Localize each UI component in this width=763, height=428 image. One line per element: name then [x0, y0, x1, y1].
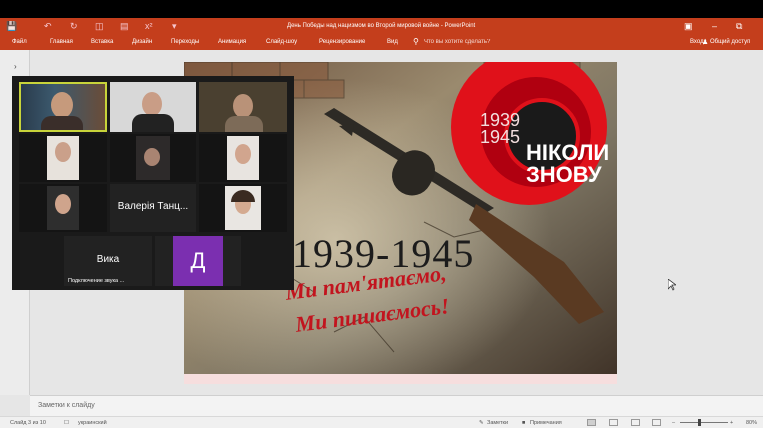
participant-tile-2[interactable]: [110, 82, 196, 132]
expand-thumbnails-icon[interactable]: ›: [14, 62, 17, 71]
notes-placeholder: Заметки к слайду: [38, 402, 95, 409]
audio-status-label: Подключение звука ...: [68, 278, 125, 284]
zoom-gallery-panel[interactable]: Валерія Танц... Вика Подключение звука .…: [12, 76, 294, 290]
participant-tile-5[interactable]: [110, 134, 196, 182]
comments-button[interactable]: Примечания: [530, 420, 562, 426]
participant-tile-7[interactable]: [19, 184, 107, 232]
participant-name: Вика: [96, 254, 120, 265]
top-black-bar: [0, 0, 763, 18]
zoom-slider[interactable]: [680, 422, 728, 423]
tab-design[interactable]: Дизайн: [132, 39, 152, 45]
tab-file[interactable]: Файл: [12, 39, 27, 45]
slide-counter: Слайд 3 из 10: [10, 420, 46, 426]
slideshow-view-button[interactable]: [652, 419, 661, 426]
participant-name: Валерія Танц...: [117, 201, 189, 212]
person-icon: ♟: [702, 39, 709, 46]
save-icon[interactable]: 💾: [6, 21, 17, 32]
slide-bottom-strip: [184, 374, 617, 384]
never-again-line2: ЗНОВУ: [526, 162, 602, 187]
start-slideshow-icon[interactable]: ◫: [95, 21, 104, 32]
title-bar: 💾 ↶ ↻ ◫ ▤ x² ▾ День Победы над нацизмом …: [0, 18, 763, 36]
notes-toggle-button[interactable]: Заметки: [487, 420, 508, 426]
slide-sorter-button[interactable]: [609, 419, 618, 426]
spellcheck-icon[interactable]: ▤: [120, 21, 129, 32]
zoom-out-icon[interactable]: –: [672, 420, 675, 426]
zoom-slider-thumb[interactable]: [698, 419, 701, 426]
redo-icon[interactable]: ↻: [70, 21, 78, 32]
comments-icon: ■: [522, 420, 526, 426]
tab-insert[interactable]: Вставка: [91, 39, 113, 45]
document-title: День Победы над нацизмом во Второй миров…: [287, 23, 476, 29]
language-indicator[interactable]: украинский: [78, 420, 107, 426]
lightbulb-icon: ⚲: [413, 37, 419, 46]
ribbon-tabs: Файл Главная Вставка Дизайн Переходы Ани…: [0, 36, 763, 50]
share-button[interactable]: Общий доступ: [710, 39, 750, 45]
participant-tile-10[interactable]: Вика Подключение звука ...: [64, 236, 152, 286]
customize-toolbar-icon[interactable]: ▾: [172, 21, 177, 32]
participant-tile-6[interactable]: [199, 134, 287, 182]
never-again-line1: НІКОЛИ: [526, 140, 610, 165]
ribbon-display-icon[interactable]: ▣: [684, 21, 693, 32]
years-badge: 1939 1945: [480, 110, 521, 147]
normal-view-button[interactable]: [587, 419, 596, 426]
superscript-icon[interactable]: x²: [145, 21, 153, 31]
restore-icon[interactable]: ⧉: [736, 21, 742, 32]
tab-home[interactable]: Главная: [50, 39, 73, 45]
participant-tile-11[interactable]: Д: [155, 236, 241, 286]
participant-tile-1[interactable]: [19, 82, 107, 132]
zoom-level[interactable]: 80%: [746, 420, 757, 426]
mouse-cursor-icon: [667, 278, 678, 296]
tell-me-input[interactable]: Что вы хотите сделать?: [424, 39, 490, 45]
spelling-status-icon[interactable]: ☐: [64, 420, 69, 426]
status-bar: Слайд 3 из 10 ☐ украинский ✎ Заметки ■ П…: [0, 416, 763, 428]
zoom-in-icon[interactable]: +: [730, 420, 733, 426]
screen: 💾 ↶ ↻ ◫ ▤ x² ▾ День Победы над нацизмом …: [0, 0, 763, 428]
tab-review[interactable]: Рецензирование: [319, 39, 365, 45]
participant-tile-9[interactable]: [199, 184, 287, 232]
notes-pane[interactable]: Заметки к слайду: [30, 395, 763, 416]
notes-toggle-icon: ✎: [479, 420, 484, 426]
avatar-letter: Д: [190, 248, 206, 273]
tab-view[interactable]: Вид: [387, 39, 398, 45]
tab-slideshow[interactable]: Слайд-шоу: [266, 39, 297, 45]
participant-tile-3[interactable]: [199, 82, 287, 132]
participant-tile-4[interactable]: [19, 134, 107, 182]
tab-transitions[interactable]: Переходы: [171, 39, 199, 45]
minimize-icon[interactable]: –: [712, 21, 717, 31]
reading-view-button[interactable]: [631, 419, 640, 426]
tab-animations[interactable]: Анимация: [218, 39, 246, 45]
undo-icon[interactable]: ↶: [44, 21, 52, 32]
participant-tile-8[interactable]: Валерія Танц...: [110, 184, 196, 232]
